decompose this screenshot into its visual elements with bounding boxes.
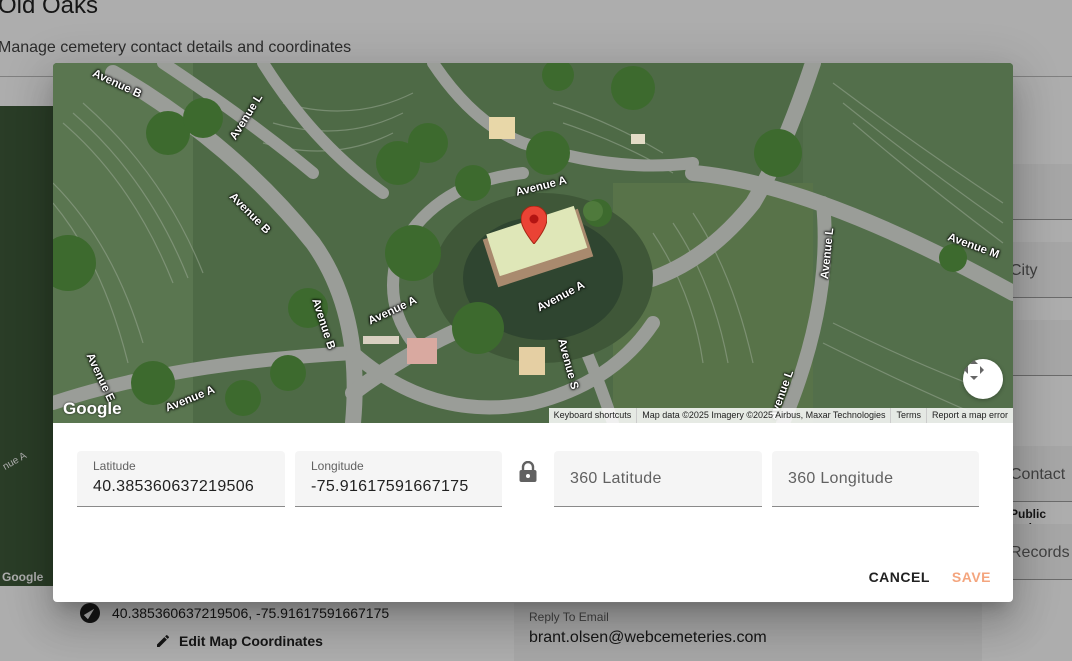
report-map-error-link[interactable]: Report a map error <box>925 408 1013 423</box>
google-logo: Google <box>63 399 122 418</box>
latitude-360-placeholder: 360 Latitude <box>570 470 662 487</box>
dialog-actions: CANCEL SAVE <box>861 559 999 595</box>
save-button[interactable]: SAVE <box>944 559 999 595</box>
latitude-label: Latitude <box>93 459 136 473</box>
edit-coordinates-dialog: Avenue B Avenue L Avenue B Avenue A Aven… <box>53 63 1013 602</box>
map-camera-control-button[interactable] <box>963 359 1003 399</box>
latitude-value: 40.385360637219506 <box>93 478 255 495</box>
camera-pan-icon <box>964 360 984 380</box>
coordinates-form: Latitude 40.385360637219506 Longitude -7… <box>77 451 979 507</box>
longitude-360-placeholder: 360 Longitude <box>788 470 894 487</box>
lock-icon <box>519 461 537 482</box>
longitude-label: Longitude <box>311 459 364 473</box>
lock-toggle[interactable] <box>502 451 554 507</box>
longitude-value: -75.91617591667175 <box>311 478 469 495</box>
keyboard-shortcuts-link[interactable]: Keyboard shortcuts <box>548 408 637 423</box>
satellite-map[interactable]: Avenue B Avenue L Avenue B Avenue A Aven… <box>53 63 1013 423</box>
longitude-360-field[interactable]: 360 Longitude <box>772 451 979 507</box>
terms-link[interactable]: Terms <box>890 408 926 423</box>
cancel-button[interactable]: CANCEL <box>861 559 938 595</box>
map-attribution: Keyboard shortcuts Map data ©2025 Imager… <box>548 408 1013 423</box>
longitude-field[interactable]: Longitude -75.91617591667175 <box>295 451 502 507</box>
latitude-field[interactable]: Latitude 40.385360637219506 <box>77 451 285 507</box>
latitude-360-field[interactable]: 360 Latitude <box>554 451 762 507</box>
map-marker-icon[interactable] <box>521 206 547 244</box>
map-data-text: Map data ©2025 Imagery ©2025 Airbus, Max… <box>636 408 891 423</box>
